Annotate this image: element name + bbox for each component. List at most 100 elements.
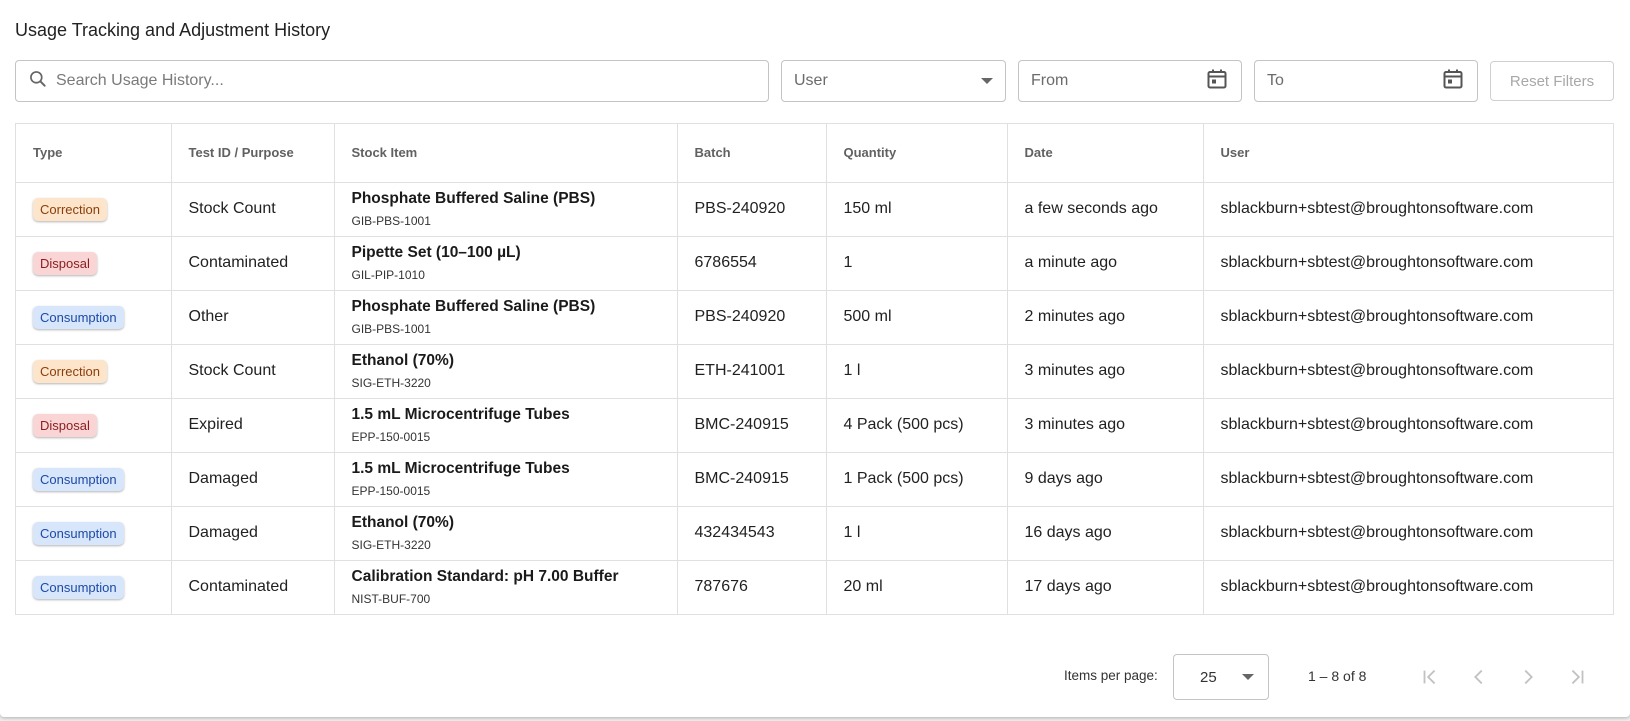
date-cell: a few seconds ago [1007,182,1204,237]
to-date-label: To [1267,72,1284,89]
page-size-select[interactable]: 25 [1173,654,1269,700]
quantity-cell: 150 ml [826,182,1008,237]
calendar-icon[interactable] [1205,67,1229,96]
type-chip: Consumption [33,575,124,599]
table-row[interactable]: Consumption Damaged 1.5 mL Microcentrifu… [16,452,1613,507]
user-cell: sblackburn+sbtest@broughtonsoftware.com [1203,452,1613,507]
table-row[interactable]: Correction Stock Count Phosphate Buffere… [16,182,1613,237]
column-header-user[interactable]: User [1203,124,1613,183]
batch-cell: 787676 [677,560,827,614]
table-row[interactable]: Consumption Damaged Ethanol (70%) SIG-ETH… [16,506,1613,561]
reset-filters-button[interactable]: Reset Filters [1490,61,1614,101]
type-chip: Correction [33,197,107,221]
purpose-cell: Damaged [171,452,335,507]
batch-cell: 6786554 [677,236,827,291]
purpose-cell: Damaged [171,506,335,561]
date-cell: 16 days ago [1007,506,1204,561]
type-chip: Consumption [33,467,124,491]
purpose-cell: Other [171,290,335,345]
stock-item-name: Calibration Standard: pH 7.00 Buffer [351,568,619,586]
page-size-value: 25 [1200,668,1217,686]
user-select-label: User [794,72,828,89]
purpose-cell: Contaminated [171,236,335,291]
date-cell: 3 minutes ago [1007,398,1204,453]
type-chip: Consumption [33,521,124,545]
table-row[interactable]: Consumption Contaminated Calibration Sta… [16,560,1613,614]
stock-item-name: Ethanol (70%) [351,352,454,369]
column-header-type[interactable]: Type [16,124,172,183]
user-cell: sblackburn+sbtest@broughtonsoftware.com [1203,182,1613,237]
batch-cell: ETH-241001 [677,344,827,399]
stock-item-name: Phosphate Buffered Saline (PBS) [351,190,596,207]
user-cell: sblackburn+sbtest@broughtonsoftware.com [1203,290,1613,345]
quantity-cell: 1 [826,236,1008,291]
first-page-icon[interactable] [1413,660,1447,694]
chevron-right-icon[interactable] [1511,660,1545,694]
type-chip: Correction [33,359,107,383]
stock-item-code: NIST-BUF-700 [351,592,431,607]
stock-item-name: Pipette Set (10–100 µL) [351,244,521,261]
quantity-cell: 4 Pack (500 pcs) [826,398,1008,453]
date-cell: a minute ago [1007,236,1204,291]
batch-cell: PBS-240920 [677,182,827,237]
stock-item-cell: 1.5 mL Microcentrifuge Tubes EPP-150-0015 [334,398,678,453]
stock-item-cell: 1.5 mL Microcentrifuge Tubes EPP-150-0015 [334,452,678,507]
search-icon [28,69,48,94]
stock-item-code: EPP-150-0015 [351,484,431,498]
page-range-label: 1 – 8 of 8 [1308,668,1367,684]
user-cell: sblackburn+sbtest@broughtonsoftware.com [1203,506,1613,561]
chevron-left-icon[interactable] [1462,660,1496,694]
batch-cell: PBS-240920 [677,290,827,345]
batch-cell: 432434543 [677,506,827,561]
quantity-cell: 1 l [826,344,1008,399]
stock-item-cell: Ethanol (70%) SIG-ETH-3220 [334,344,678,399]
stock-item-cell: Ethanol (70%) SIG-ETH-3220 [334,506,678,561]
type-chip: Consumption [33,305,124,329]
date-cell: 9 days ago [1007,452,1204,507]
date-cell: 2 minutes ago [1007,290,1204,345]
column-header-date[interactable]: Date [1007,124,1204,183]
chevron-down-icon [981,78,993,84]
purpose-cell: Contaminated [171,560,335,614]
purpose-cell: Expired [171,398,335,453]
stock-item-cell: Phosphate Buffered Saline (PBS) GIB-PBS-1… [334,182,678,237]
stock-item-code: SIG-ETH-3220 [351,376,431,390]
last-page-icon[interactable] [1560,660,1594,694]
type-chip: Disposal [33,413,97,437]
stock-item-cell: Phosphate Buffered Saline (PBS) GIB-PBS-1… [334,290,678,345]
user-select[interactable]: User [781,60,1006,102]
user-cell: sblackburn+sbtest@broughtonsoftware.com [1203,344,1613,399]
stock-item-code: GIL-PIP-1010 [351,268,425,282]
items-per-page-label: Items per page: [1064,668,1158,683]
stock-item-cell: Pipette Set (10–100 µL) GIL-PIP-1010 [334,236,678,291]
date-cell: 17 days ago [1007,560,1204,614]
page-title: Usage Tracking and Adjustment History [15,20,331,40]
user-cell: sblackburn+sbtest@broughtonsoftware.com [1203,236,1613,291]
from-date-label: From [1031,72,1069,89]
table-row[interactable]: Correction Stock Count Ethanol (70%) SIG-… [16,344,1613,399]
to-date-field[interactable]: To [1254,60,1478,102]
column-header-batch[interactable]: Batch [677,124,827,183]
quantity-cell: 1 Pack (500 pcs) [826,452,1008,507]
table-header-row: Type Test ID / Purpose Stock Item Batch … [16,124,1613,183]
column-header-purpose[interactable]: Test ID / Purpose [171,124,335,183]
chevron-down-icon [1242,674,1254,680]
table-row[interactable]: Disposal Expired 1.5 mL Microcentrifuge … [16,398,1613,453]
user-cell: sblackburn+sbtest@broughtonsoftware.com [1203,398,1613,453]
search-input[interactable] [56,62,768,100]
column-header-stock-item[interactable]: Stock Item [334,124,678,183]
search-field[interactable] [15,60,769,102]
stock-item-code: GIB-PBS-1001 [351,322,431,336]
table-row[interactable]: Consumption Other Phosphate Buffered Sal… [16,290,1613,345]
type-chip: Disposal [33,251,97,275]
quantity-cell: 1 l [826,506,1008,561]
batch-cell: BMC-240915 [677,452,827,507]
from-date-field[interactable]: From [1018,60,1242,102]
table-row[interactable]: Disposal Contaminated Pipette Set (10–10… [16,236,1613,291]
column-header-quantity[interactable]: Quantity [826,124,1008,183]
calendar-icon[interactable] [1441,67,1465,96]
stock-item-name: Phosphate Buffered Saline (PBS) [351,298,596,315]
purpose-cell: Stock Count [171,182,335,237]
date-cell: 3 minutes ago [1007,344,1204,399]
stock-item-name: 1.5 mL Microcentrifuge Tubes [351,406,570,423]
